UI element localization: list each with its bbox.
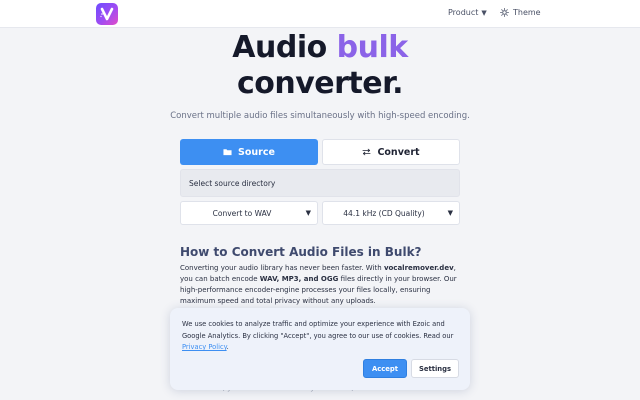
- source-tab-label: Source: [238, 146, 275, 158]
- accept-cookies-button[interactable]: Accept: [363, 359, 407, 378]
- output-format-select[interactable]: Convert to WAV ▼: [180, 201, 318, 225]
- caret-down-icon: ▼: [481, 8, 487, 17]
- page-title: Audio bulk converter.: [0, 30, 640, 102]
- product-menu-label: Product: [448, 8, 479, 17]
- theme-toggle-button[interactable]: Theme: [500, 8, 541, 17]
- privacy-policy-link[interactable]: Privacy Policy: [182, 343, 227, 351]
- source-directory-label: Select source directory: [189, 179, 276, 188]
- source-tab-button[interactable]: Source: [180, 139, 318, 165]
- output-format-value: Convert to WAV: [212, 209, 272, 218]
- cookie-settings-button[interactable]: Settings: [411, 359, 459, 378]
- select-source-directory-field[interactable]: Select source directory: [180, 169, 460, 197]
- caret-down-icon: ▼: [305, 209, 311, 217]
- convert-tab-label: Convert: [377, 146, 420, 158]
- how-to-heading: How to Convert Audio Files in Bulk?: [180, 245, 422, 259]
- cookie-message: We use cookies to analyze traffic and op…: [182, 319, 462, 354]
- folder-icon: [223, 149, 232, 156]
- title-line-1: Audio bulk: [0, 30, 640, 66]
- formats-list: WAV, MP3, and OGG: [259, 275, 339, 283]
- theme-label: Theme: [513, 8, 541, 17]
- cookie-consent-banner: We use cookies to analyze traffic and op…: [170, 308, 470, 390]
- title-line-2: converter.: [236, 66, 404, 101]
- convert-tab-button[interactable]: Convert: [322, 139, 460, 165]
- site-name: vocalremover.dev: [383, 264, 454, 272]
- cookie-message-end: .: [226, 343, 229, 351]
- title-accent: bulk: [336, 30, 409, 65]
- caret-down-icon: ▼: [447, 209, 453, 217]
- top-navbar: Product ▼ Theme: [0, 0, 640, 28]
- paragraph-text-1: Converting your audio library has never …: [180, 264, 384, 272]
- page-subtitle: Convert multiple audio files simultaneou…: [170, 111, 470, 121]
- brand-logo[interactable]: [96, 3, 118, 25]
- title-part-1: Audio: [232, 30, 337, 65]
- v-logo-icon: [100, 7, 114, 21]
- cookie-message-text: We use cookies to analyze traffic and op…: [182, 320, 454, 340]
- sun-icon: [500, 8, 509, 17]
- product-menu-button[interactable]: Product ▼: [448, 8, 487, 17]
- sample-rate-select[interactable]: 44.1 kHz (CD Quality) ▼: [322, 201, 460, 225]
- how-to-paragraph: Converting your audio library has never …: [180, 263, 462, 307]
- sample-rate-value: 44.1 kHz (CD Quality): [343, 209, 425, 218]
- swap-arrows-icon: [362, 148, 371, 156]
